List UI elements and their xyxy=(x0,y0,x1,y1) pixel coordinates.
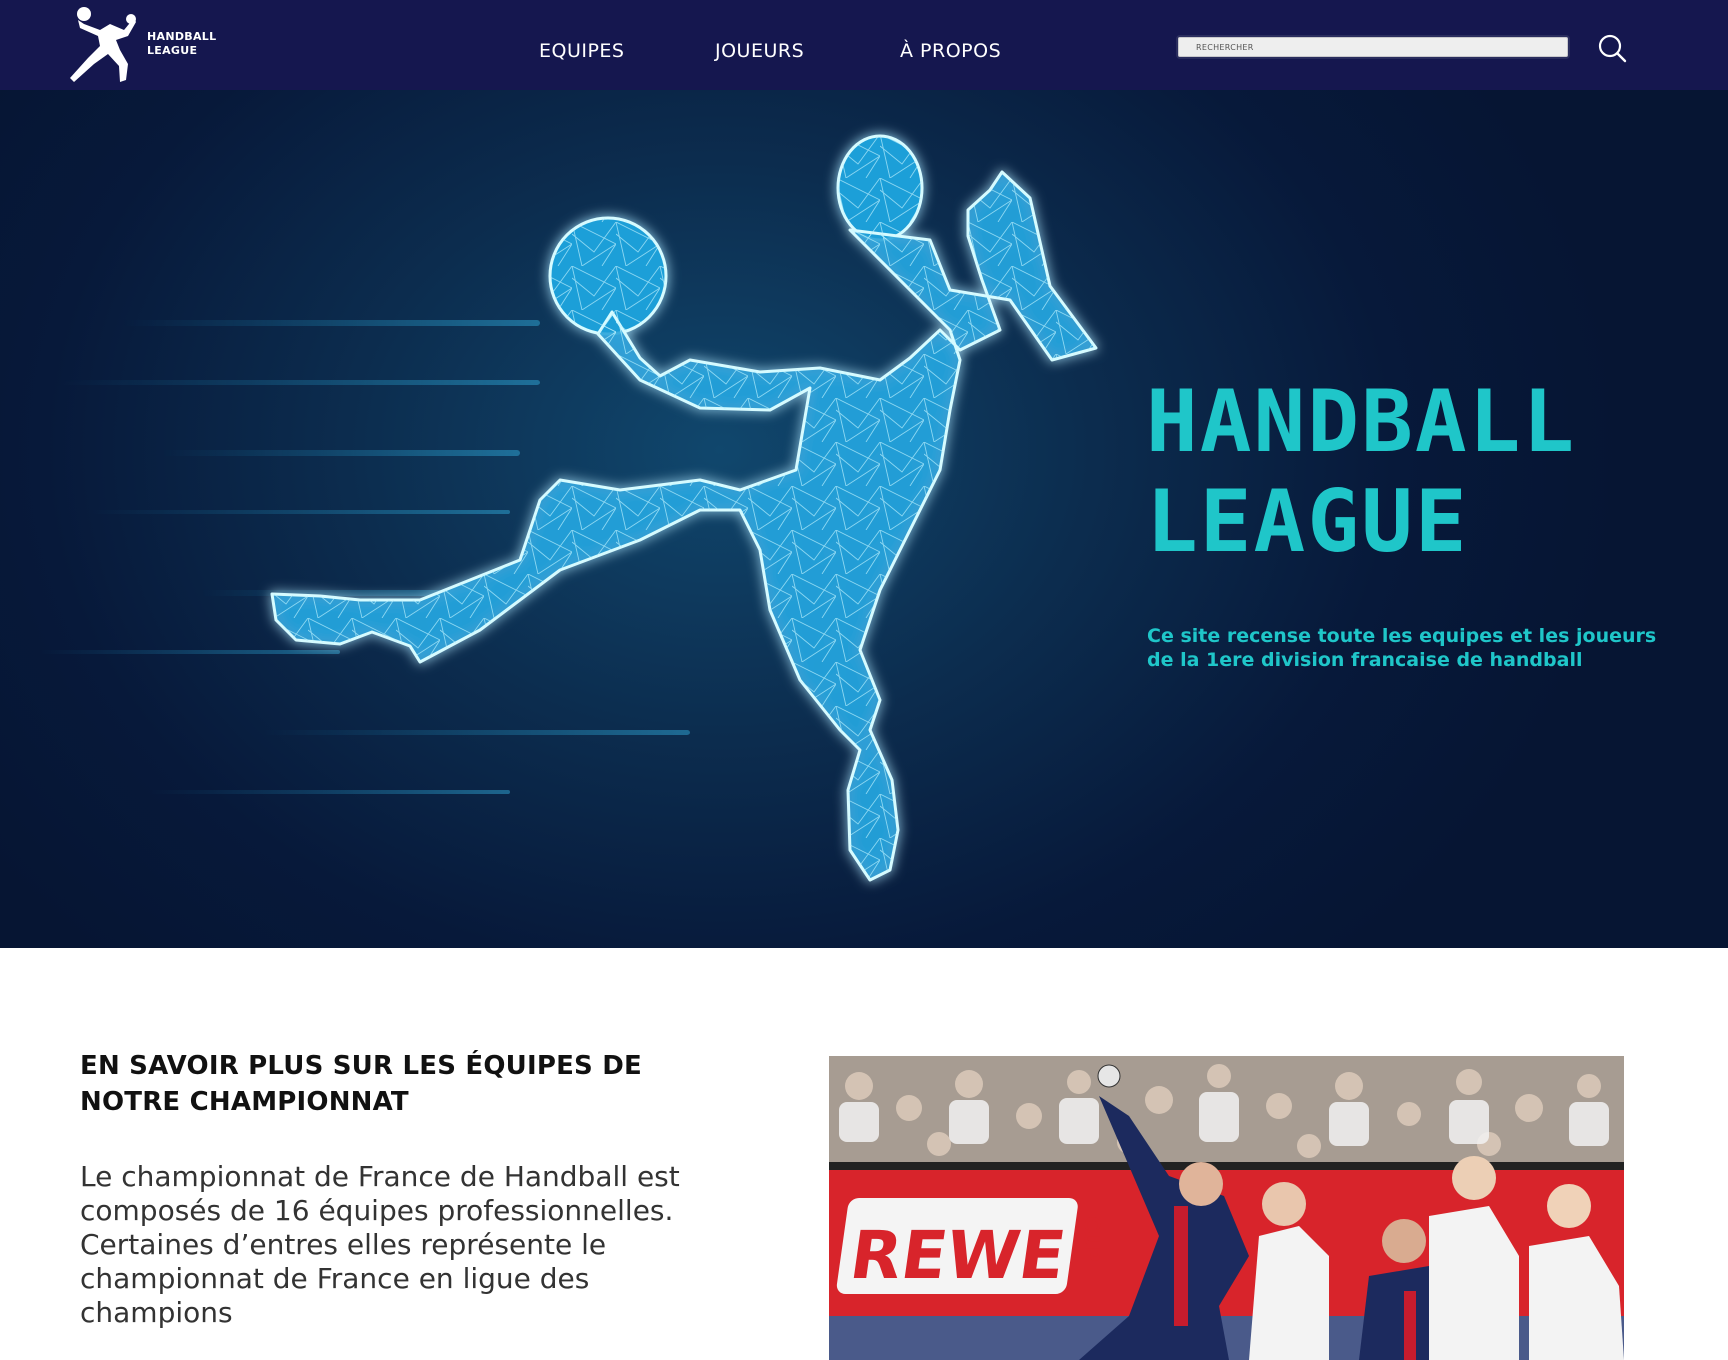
photo-banner-text: REWE xyxy=(846,1216,1071,1294)
photo-banner-small-text: CUP xyxy=(1080,1216,1104,1262)
hero-banner: HANDBALL LEAGUE Ce site recense toute le… xyxy=(0,90,1728,948)
site-header: HANDBALL LEAGUE EQUIPES JOUEURS À PROPOS xyxy=(0,0,1728,90)
hero-title-line-2: LEAGUE xyxy=(1146,472,1469,572)
hero-title-line-1: HANDBALL xyxy=(1146,372,1577,472)
search-icon xyxy=(1598,34,1627,63)
search-button[interactable] xyxy=(1596,32,1628,64)
nav-item-a-propos[interactable]: À PROPOS xyxy=(900,40,1001,62)
photo-illustration: REWE CUP xyxy=(829,1056,1624,1360)
hero-title: HANDBALL LEAGUE xyxy=(1146,372,1576,572)
handball-match-photo: REWE CUP xyxy=(829,1056,1624,1360)
nav-item-equipes[interactable]: EQUIPES xyxy=(539,40,625,62)
hero-subtitle: Ce site recense toute les equipes et les… xyxy=(1147,625,1657,671)
search-input[interactable] xyxy=(1176,35,1570,59)
section-body-text: Le championnat de France de Handball est… xyxy=(80,1160,680,1329)
player-silhouette xyxy=(270,134,1098,882)
section-heading: EN SAVOIR PLUS SUR LES ÉQUIPES DE NOTRE … xyxy=(80,1051,642,1117)
nav-item-joueurs[interactable]: JOUEURS xyxy=(715,40,804,62)
